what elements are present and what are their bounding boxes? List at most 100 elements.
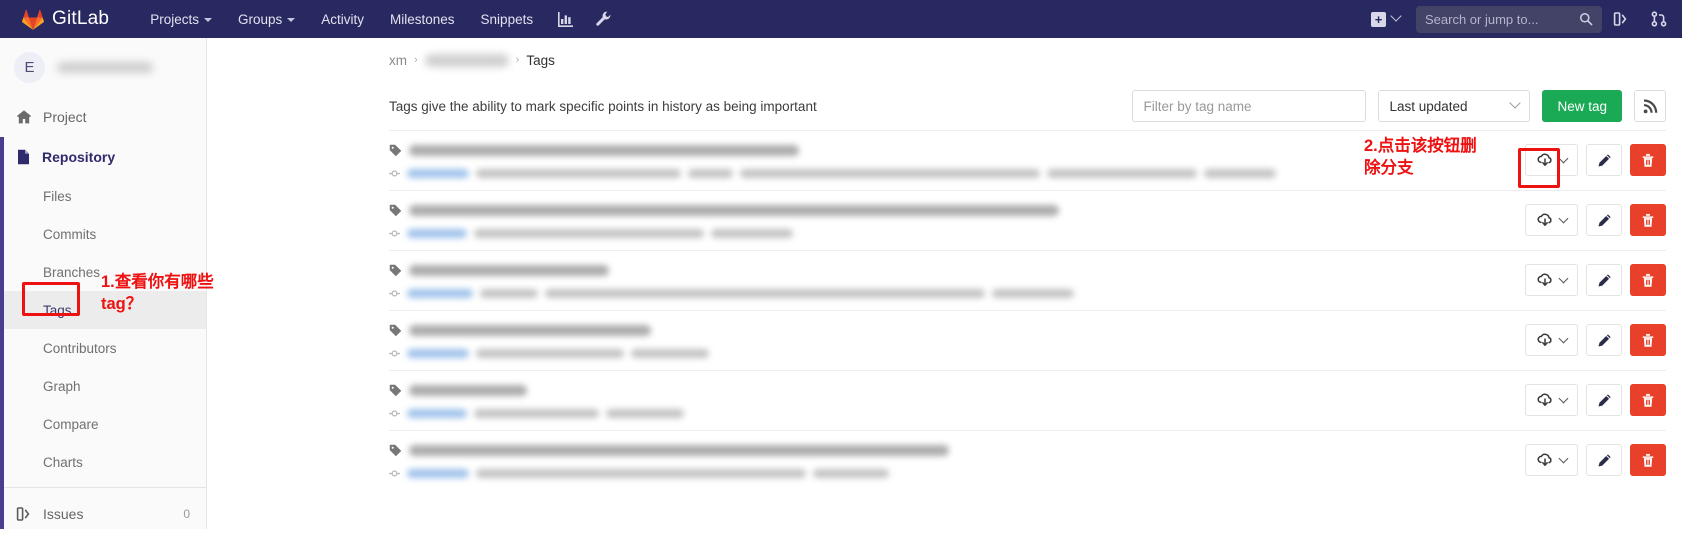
tag-delete-button-row-6[interactable] [1630, 444, 1666, 476]
tag-name-line [389, 142, 1525, 158]
gitlab-home-link[interactable]: GitLab [22, 8, 109, 30]
tag-name-redacted[interactable] [409, 145, 799, 156]
sidebar-item-branches[interactable]: Branches [0, 253, 206, 291]
tag-edit-button-row-4[interactable] [1586, 324, 1622, 356]
chevron-down-icon [1558, 273, 1568, 283]
sidebar-item-contributors[interactable]: Contributors [0, 329, 206, 367]
breadcrumb-project-redacted[interactable] [425, 54, 509, 67]
tag-delete-button-row-3[interactable] [1630, 264, 1666, 296]
tag-info [389, 382, 1525, 420]
tag-delete-button-row-5[interactable] [1630, 384, 1666, 416]
commit-sha-redacted[interactable] [407, 469, 469, 478]
avatar: E [14, 52, 45, 83]
sidebar-project-header[interactable]: E [0, 38, 206, 97]
tag-delete-button-row-2[interactable] [1630, 204, 1666, 236]
trash-delete-icon [1641, 213, 1655, 228]
chevron-down-icon [287, 18, 295, 22]
nav-link-milestones[interactable]: Milestones [377, 0, 468, 38]
cloud-download-icon [1537, 212, 1553, 228]
tag-commit-line [389, 407, 1525, 420]
tag-commit-line [389, 287, 1525, 300]
filter-by-tag-name-input[interactable]: Filter by tag name [1132, 90, 1366, 122]
tag-name-redacted[interactable] [409, 265, 609, 276]
tag-name-redacted[interactable] [409, 385, 527, 396]
sidebar-item-issues[interactable]: Issues 0 [0, 494, 206, 534]
tag-edit-button-row-6[interactable] [1586, 444, 1622, 476]
tag-commit-line [389, 347, 1525, 360]
tag-row-actions [1525, 202, 1666, 236]
tag-meta-redacted [631, 349, 709, 358]
tags-description: Tags give the ability to mark specific p… [389, 99, 817, 114]
pencil-edit-icon [1597, 273, 1612, 288]
sidebar-item-graph[interactable]: Graph [0, 367, 206, 405]
analytics-chart-icon[interactable] [546, 0, 585, 38]
tag-row-actions [1525, 322, 1666, 356]
nav-links: Projects Groups Activity Milestones Snip… [137, 0, 622, 38]
tag-meta-redacted [476, 469, 806, 478]
wrench-admin-icon[interactable] [585, 0, 622, 38]
tag-name-redacted[interactable] [409, 205, 1059, 216]
tag-icon [389, 144, 402, 157]
sidebar-item-commits[interactable]: Commits [0, 215, 206, 253]
sidebar-item-charts[interactable]: Charts [0, 443, 206, 481]
tag-name-line [389, 382, 1525, 398]
tag-delete-button-row-1[interactable] [1630, 144, 1666, 176]
gitlab-fox-logo [22, 9, 44, 30]
chevron-down-icon [1558, 153, 1568, 163]
tag-meta-redacted [740, 169, 1040, 178]
tag-name-redacted[interactable] [409, 325, 651, 336]
tag-commit-line [389, 227, 1525, 240]
commit-icon [389, 348, 400, 359]
sidebar-item-project[interactable]: Project [0, 97, 206, 137]
toolbar-controls: Filter by tag name Last updated New tag [1132, 90, 1666, 122]
nav-link-groups[interactable]: Groups [225, 0, 308, 38]
sidebar-item-tags[interactable]: Tags [0, 291, 206, 329]
tag-delete-button-row-4[interactable] [1630, 324, 1666, 356]
new-tag-button[interactable]: New tag [1542, 90, 1622, 122]
search-placeholder: Search or jump to... [1425, 12, 1579, 27]
issues-icon [16, 506, 32, 522]
tag-download-dropdown-row-5[interactable] [1525, 384, 1578, 416]
tag-name-redacted[interactable] [409, 445, 949, 456]
tag-icon [389, 324, 402, 337]
commit-sha-redacted[interactable] [407, 229, 467, 238]
tag-info [389, 262, 1525, 300]
sidebar-item-graph-label: Graph [43, 379, 81, 394]
merge-requests-icon[interactable] [1640, 11, 1678, 27]
breadcrumb-root[interactable]: xm [389, 53, 407, 68]
project-name-redacted [57, 62, 153, 73]
sidebar-item-tags-label: Tags [43, 303, 72, 318]
tag-meta-redacted [480, 289, 538, 298]
commit-sha-redacted[interactable] [407, 349, 469, 358]
sidebar-item-files[interactable]: Files [0, 177, 206, 215]
commit-sha-redacted[interactable] [407, 289, 473, 298]
commit-sha-redacted[interactable] [407, 169, 469, 178]
tag-download-dropdown-row-2[interactable] [1525, 204, 1578, 236]
tag-download-dropdown-row-1[interactable] [1525, 144, 1578, 176]
sidebar-item-compare[interactable]: Compare [0, 405, 206, 443]
tag-edit-button-row-3[interactable] [1586, 264, 1622, 296]
tag-edit-button-row-5[interactable] [1586, 384, 1622, 416]
tag-row-actions [1525, 382, 1666, 416]
tag-row-actions [1525, 262, 1666, 296]
nav-link-projects[interactable]: Projects [137, 0, 225, 38]
tag-download-dropdown-row-3[interactable] [1525, 264, 1578, 296]
tag-row [389, 250, 1666, 310]
rss-feed-button[interactable] [1634, 90, 1666, 122]
search-input[interactable]: Search or jump to... [1416, 6, 1602, 33]
breadcrumb-separator: › [516, 54, 520, 66]
nav-link-activity[interactable]: Activity [308, 0, 377, 38]
tag-edit-button-row-1[interactable] [1586, 144, 1622, 176]
nav-link-snippets[interactable]: Snippets [468, 0, 547, 38]
commit-sha-redacted[interactable] [407, 409, 467, 418]
pencil-edit-icon [1597, 393, 1612, 408]
new-item-button[interactable]: + [1359, 12, 1412, 27]
tag-download-dropdown-row-4[interactable] [1525, 324, 1578, 356]
sort-dropdown[interactable]: Last updated [1378, 90, 1530, 122]
sidebar-item-repository[interactable]: Repository [0, 137, 206, 177]
tag-download-dropdown-row-6[interactable] [1525, 444, 1578, 476]
issues-board-icon[interactable] [1602, 11, 1640, 27]
tag-name-line [389, 202, 1525, 218]
tag-edit-button-row-2[interactable] [1586, 204, 1622, 236]
tag-info [389, 142, 1525, 180]
